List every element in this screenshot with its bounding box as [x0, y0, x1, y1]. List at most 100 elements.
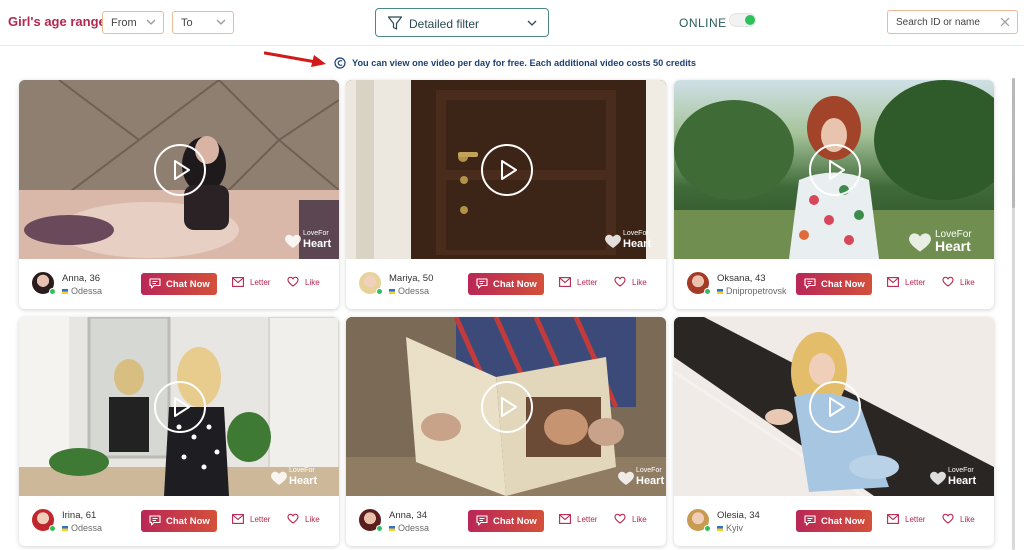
chat-now-button[interactable]: Chat Now [796, 273, 872, 295]
play-button[interactable] [481, 144, 533, 196]
watermark-line2: Heart [303, 238, 332, 250]
profile-name[interactable]: Anna, 34 [389, 510, 427, 521]
video-card: LoveFor Heart Irina, 61 Odessa Chat Now … [19, 317, 339, 546]
avatar[interactable] [686, 271, 711, 295]
play-icon [501, 397, 517, 417]
heart-icon [287, 276, 299, 287]
chat-now-button[interactable]: Chat Now [796, 510, 872, 532]
play-button[interactable] [481, 381, 533, 433]
play-icon [829, 397, 845, 417]
profile-city: Odessa [389, 286, 429, 296]
chat-bubble-icon [804, 278, 816, 289]
play-button[interactable] [809, 144, 861, 196]
city-label: Odessa [71, 523, 103, 533]
city-label: Odessa [398, 286, 430, 296]
heart-icon [942, 513, 954, 524]
letter-label: Letter [250, 278, 271, 287]
watermark-line1: LoveFor [636, 467, 662, 474]
chat-now-button[interactable]: Chat Now [468, 510, 544, 532]
age-to-select[interactable]: To [172, 11, 234, 34]
brand-watermark: LoveFor Heart [284, 229, 332, 253]
funnel-icon [387, 16, 403, 30]
age-from-select[interactable]: From [102, 11, 164, 34]
ukraine-flag-icon [389, 289, 395, 294]
online-indicator [49, 288, 56, 295]
online-indicator [49, 525, 56, 532]
heart-logo-icon [909, 233, 931, 252]
online-indicator [376, 288, 383, 295]
ukraine-flag-icon [62, 289, 68, 294]
avatar[interactable] [31, 508, 56, 532]
brand-watermark: LoveFor Heart [270, 466, 332, 490]
profile-name[interactable]: Olesia, 34 [717, 510, 760, 521]
profile-name[interactable]: Irina, 61 [62, 510, 96, 521]
video-card: LoveFor Heart Anna, 34 Odessa Chat Now L… [346, 317, 666, 546]
avatar[interactable] [358, 271, 383, 295]
watermark-line1: LoveFor [623, 230, 649, 237]
online-toggle[interactable] [729, 13, 756, 27]
avatar[interactable] [686, 508, 711, 532]
avatar[interactable] [358, 508, 383, 532]
brand-watermark: LoveFor Heart [617, 466, 664, 490]
play-icon [829, 160, 845, 180]
profile-city: Odessa [62, 523, 102, 533]
watermark-line2: Heart [623, 238, 652, 250]
like-label: Like [305, 278, 320, 287]
scrollbar-thumb[interactable] [1012, 78, 1015, 208]
play-button[interactable] [154, 144, 206, 196]
close-icon[interactable] [1000, 17, 1010, 27]
search-box [887, 10, 1018, 34]
heart-logo-icon [285, 234, 301, 248]
video-thumbnail[interactable]: LoveFor Heart [346, 80, 666, 259]
red-arrow-icon [264, 51, 326, 67]
watermark-line1: LoveFor [289, 467, 315, 474]
online-label: ONLINE [679, 16, 727, 30]
profile-name[interactable]: Anna, 36 [62, 273, 100, 284]
chat-now-label: Chat Now [493, 516, 537, 527]
video-card: LoveFor Heart Anna, 36 Odessa Chat Now L… [19, 80, 339, 309]
play-button[interactable] [154, 381, 206, 433]
chat-now-label: Chat Now [821, 279, 865, 290]
video-card: LoveFor Heart Oksana, 43 Dnipropetrovsk … [674, 80, 994, 309]
envelope-icon [887, 277, 899, 287]
play-button[interactable] [809, 381, 861, 433]
chat-now-button[interactable]: Chat Now [141, 510, 217, 532]
heart-logo-icon [605, 234, 621, 248]
chat-now-button[interactable]: Chat Now [141, 273, 217, 295]
profile-city: Odessa [389, 523, 429, 533]
video-thumbnail[interactable]: LoveFor Heart [674, 317, 994, 496]
search-input[interactable] [888, 11, 998, 33]
card-info: Mariya, 50 Odessa Chat Now Letter Like [346, 259, 666, 309]
online-indicator [704, 288, 711, 295]
chevron-down-icon [527, 20, 537, 26]
like-label: Like [960, 515, 975, 524]
avatar[interactable] [31, 271, 56, 295]
detailed-filter-button[interactable]: Detailed filter [375, 8, 549, 37]
letter-label: Letter [577, 278, 598, 287]
online-indicator [376, 525, 383, 532]
video-thumbnail[interactable]: LoveFor Heart [19, 80, 339, 259]
watermark-line2: Heart [948, 475, 977, 487]
video-thumbnail[interactable]: LoveFor Heart [346, 317, 666, 496]
play-icon [501, 160, 517, 180]
brand-watermark: LoveFor Heart [604, 229, 659, 253]
ukraine-flag-icon [717, 526, 723, 531]
chat-now-label: Chat Now [166, 279, 210, 290]
letter-label: Letter [905, 515, 926, 524]
page-scrollbar[interactable] [1012, 78, 1015, 550]
city-label: Odessa [398, 523, 430, 533]
profile-name[interactable]: Oksana, 43 [717, 273, 766, 284]
video-thumbnail[interactable]: LoveFor Heart [19, 317, 339, 496]
envelope-icon [559, 277, 571, 287]
heart-logo-icon [618, 471, 634, 485]
envelope-icon [232, 277, 244, 287]
play-icon [174, 397, 190, 417]
ukraine-flag-icon [62, 526, 68, 531]
video-thumbnail[interactable]: LoveFor Heart [674, 80, 994, 259]
profile-name[interactable]: Mariya, 50 [389, 273, 433, 284]
card-info: Irina, 61 Odessa Chat Now Letter Like [19, 496, 339, 546]
heart-icon [287, 513, 299, 524]
chat-now-button[interactable]: Chat Now [468, 273, 544, 295]
age-to-value: To [181, 17, 193, 29]
profile-city: Odessa [62, 286, 102, 296]
